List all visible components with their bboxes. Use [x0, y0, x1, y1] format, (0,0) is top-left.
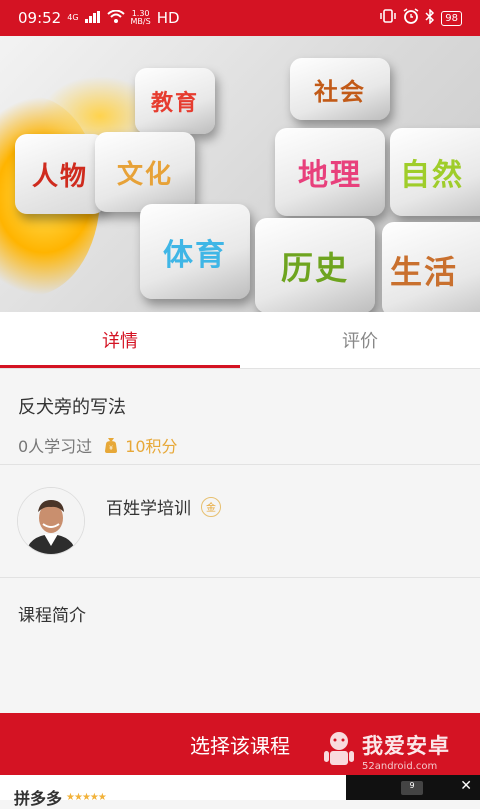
vibrate-icon: [379, 9, 397, 27]
ad-banner[interactable]: 9 ✕: [346, 775, 480, 800]
bottom-ad-bar: 拼多多 ★★★★★ 9 ✕: [0, 775, 480, 808]
watermark-url: 52android.com: [362, 761, 438, 772]
points-value: 10积分: [125, 437, 178, 456]
course-meta: 0人学习过 ¥ 10积分: [18, 433, 462, 457]
close-icon[interactable]: ✕: [460, 778, 472, 794]
network-speed: 1.30 MB/S: [131, 10, 151, 26]
teacher-name: 百姓学培训: [106, 499, 191, 519]
hero-tile-label: 历史: [280, 248, 349, 287]
tab-reviews-label: 评价: [342, 331, 378, 352]
hero-tile: 体育: [140, 204, 250, 299]
tab-reviews[interactable]: 评价: [240, 312, 480, 368]
hero-tile: 社会: [290, 58, 390, 120]
wifi-icon: [106, 9, 125, 27]
gold-badge-icon: 金: [201, 496, 221, 517]
android-logo-icon: [324, 732, 354, 765]
hero-tile-label: 教育: [150, 90, 199, 116]
tab-details[interactable]: 详情: [0, 312, 240, 368]
ad-thumbnail: 9: [401, 781, 423, 795]
alarm-icon: [403, 8, 419, 28]
app-name-row[interactable]: 拼多多 ★★★★★: [14, 785, 107, 809]
hero-tile: 人物: [15, 134, 105, 214]
battery-icon: 98: [441, 10, 462, 26]
status-time: 09:52: [18, 9, 62, 27]
bluetooth-icon: [425, 7, 435, 28]
watermark-text-block: 我爱安卓 52android.com: [362, 730, 450, 772]
select-course-label: 选择该课程: [190, 733, 290, 758]
course-title: 反犬旁的写法: [18, 397, 126, 418]
hero-tile-label: 地理: [298, 158, 362, 193]
money-bag-icon: ¥: [105, 438, 118, 453]
course-info: 反犬旁的写法 0人学习过 ¥ 10积分: [0, 368, 480, 465]
course-intro-label: 课程简介: [18, 606, 86, 626]
hero-tile: 地理: [275, 128, 385, 216]
status-bar: 09:52 4G 1.30 MB/S HD 98: [0, 0, 480, 36]
hero-tile: 生活: [382, 222, 480, 312]
watermark: 我爱安卓 52android.com: [322, 730, 450, 772]
network-speed-unit: MB/S: [130, 17, 151, 26]
battery-level: 98: [445, 12, 458, 24]
hd-label: HD: [156, 9, 180, 27]
teacher-section[interactable]: 百姓学培训 金: [0, 466, 480, 578]
hero-tile-label: 体育: [163, 237, 227, 273]
course-points: ¥ 10积分: [102, 433, 178, 457]
hero-tile-label: 文化: [116, 159, 173, 190]
course-intro: 课程简介: [0, 579, 480, 713]
hero-tile-label: 社会: [314, 76, 366, 106]
svg-text:¥: ¥: [109, 445, 113, 452]
rating-stars: ★★★★★: [66, 791, 107, 803]
tab-details-label: 详情: [102, 331, 138, 352]
signal-icon: [84, 9, 101, 27]
hero-tile-label: 人物: [31, 161, 88, 192]
learner-count: 0人学习过: [18, 437, 93, 456]
hero-tile: 历史: [255, 218, 375, 312]
app-name: 拼多多: [14, 789, 63, 808]
hero-tile: 文化: [95, 132, 195, 212]
hero-tile-label: 生活: [390, 252, 459, 291]
teacher-name-row: 百姓学培训 金: [106, 494, 221, 519]
avatar[interactable]: [18, 488, 84, 554]
watermark-text: 我爱安卓: [362, 734, 450, 758]
hero-tile: 自然: [390, 128, 480, 216]
hero-tile: 教育: [135, 68, 215, 134]
hero-tile-label: 自然: [400, 158, 464, 193]
network-type: 4G: [67, 13, 79, 22]
course-banner-image: 教育 人物 文化 社会 地理 自然 体育 历史 生活: [0, 36, 480, 312]
tab-bar: 详情 评价: [0, 312, 480, 368]
